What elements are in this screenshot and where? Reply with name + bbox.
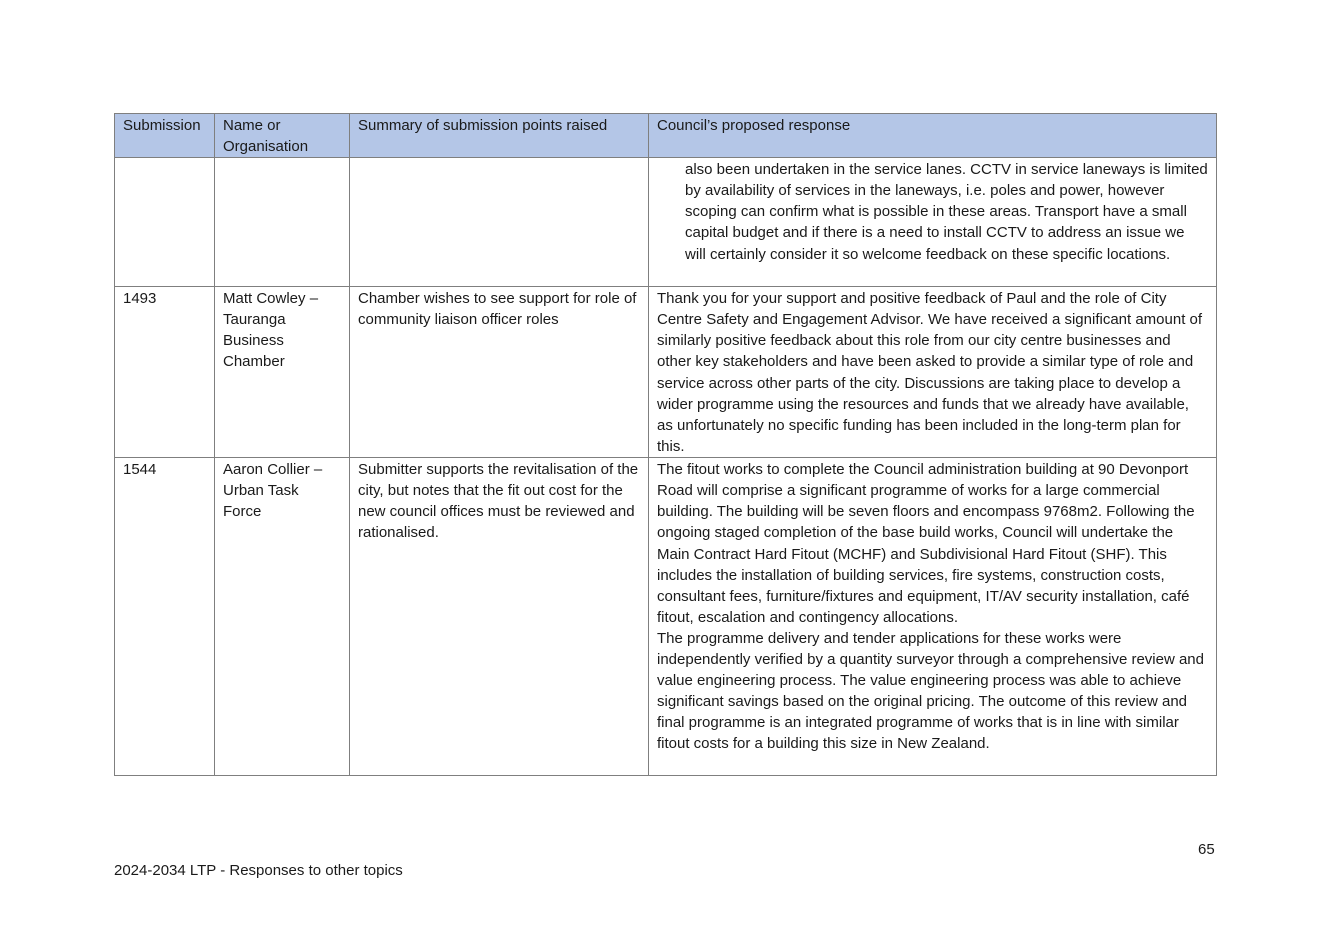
table-row: 1544 Aaron Collier – Urban Task Force Su…: [114, 457, 1217, 777]
document-page: Submission Name or Organisation Summary …: [0, 0, 1328, 939]
submissions-table: Submission Name or Organisation Summary …: [114, 112, 1217, 777]
response-paragraph: The fitout works to complete the Council…: [657, 461, 1195, 626]
cell-name: [214, 157, 350, 288]
page-number: 65: [1198, 841, 1215, 858]
cell-response: also been undertaken in the service lane…: [648, 157, 1217, 288]
cell-name: Aaron Collier – Urban Task Force: [214, 457, 350, 777]
cell-submission: 1544: [114, 457, 215, 777]
cell-summary: Submitter supports the revitalisation of…: [349, 457, 649, 777]
table-row: also been undertaken in the service lane…: [114, 157, 1217, 288]
header-council-response: Council’s proposed response: [648, 112, 1217, 159]
cell-name: Matt Cowley – Tauranga Business Chamber: [214, 286, 350, 459]
cell-summary: Chamber wishes to see support for role o…: [349, 286, 649, 459]
header-name-or-organisation: Name or Organisation: [214, 112, 350, 159]
footer-document-title: 2024-2034 LTP - Responses to other topic…: [114, 862, 403, 879]
header-submission: Submission: [114, 112, 215, 159]
cell-summary: [349, 157, 649, 288]
header-summary: Summary of submission points raised: [349, 112, 649, 159]
cell-response: The fitout works to complete the Council…: [648, 457, 1217, 777]
table-header-row: Submission Name or Organisation Summary …: [114, 112, 1217, 159]
cell-submission: 1493: [114, 286, 215, 459]
response-paragraph: The programme delivery and tender applic…: [657, 629, 1204, 753]
cell-submission: [114, 157, 215, 288]
table-row: 1493 Matt Cowley – Tauranga Business Cha…: [114, 286, 1217, 459]
cell-response: Thank you for your support and positive …: [648, 286, 1217, 459]
response-text-continued: also been undertaken in the service lane…: [685, 161, 1208, 263]
